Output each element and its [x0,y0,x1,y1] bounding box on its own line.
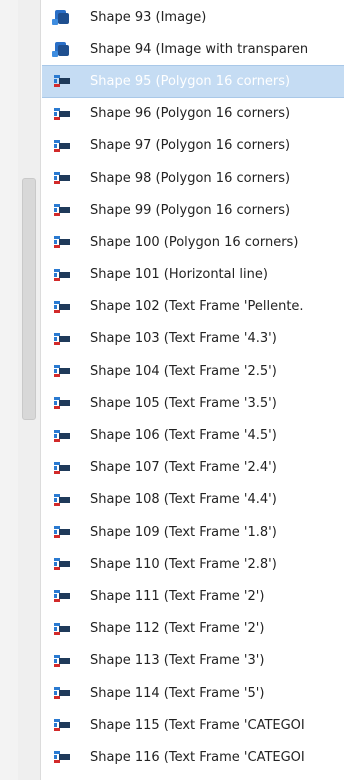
list-item-label: Shape 102 (Text Frame 'Pellente. [90,299,304,315]
shape-icon [50,491,74,509]
list-item-label: Shape 97 (Polygon 16 corners) [90,138,291,154]
image-icon [50,40,74,58]
list-item[interactable]: Shape 113 (Text Frame '3') [42,645,344,677]
list-item-label: Shape 100 (Polygon 16 corners) [90,234,299,250]
shape-icon [50,620,74,638]
list-item-label: Shape 99 (Polygon 16 corners) [90,202,291,218]
shape-icon [50,555,74,573]
shape-icon [50,394,74,412]
shape-icon [50,427,74,445]
list-item-label: Shape 101 (Horizontal line) [90,267,268,283]
list-item-label: Shape 110 (Text Frame '2.8') [90,556,277,572]
list-item[interactable]: Shape 99 (Polygon 16 corners) [42,194,344,226]
list-item[interactable]: Shape 98 (Polygon 16 corners) [42,162,344,194]
list-item-label: Shape 112 (Text Frame '2') [90,621,265,637]
shape-icon [50,298,74,316]
list-item[interactable]: Shape 97 (Polygon 16 corners) [42,130,344,162]
list-item-label: Shape 111 (Text Frame '2') [90,588,265,604]
shape-icon [50,266,74,284]
list-item[interactable]: Shape 106 (Text Frame '4.5') [42,419,344,451]
list-item-label: Shape 116 (Text Frame 'CATEGOI [90,749,305,765]
list-item[interactable]: Shape 104 (Text Frame '2.5') [42,355,344,387]
list-item-label: Shape 108 (Text Frame '4.4') [90,492,277,508]
list-item-label: Shape 94 (Image with transparen [90,41,309,57]
list-item-label: Shape 98 (Polygon 16 corners) [90,170,291,186]
shape-icon [50,716,74,734]
list-item[interactable]: Shape 110 (Text Frame '2.8') [42,548,344,580]
list-item-label: Shape 96 (Polygon 16 corners) [90,106,291,122]
shape-icon [50,330,74,348]
shape-icon [50,523,74,541]
shape-icon [50,362,74,380]
scrollbar-thumb[interactable] [22,178,36,420]
list-item[interactable]: Shape 112 (Text Frame '2') [42,613,344,645]
list-item[interactable]: Shape 101 (Horizontal line) [42,259,344,291]
shape-icon [50,587,74,605]
navigator-panel: Shape 93 (Image) Shape 94 (Image with tra… [0,0,344,780]
list-item-label: Shape 103 (Text Frame '4.3') [90,331,277,347]
list-item-label: Shape 106 (Text Frame '4.5') [90,428,277,444]
list-item[interactable]: Shape 116 (Text Frame 'CATEGOI [42,741,344,773]
shape-list: Shape 93 (Image) Shape 94 (Image with tra… [42,1,344,780]
list-item[interactable]: Shape 96 (Polygon 16 corners) [42,98,344,130]
list-item-label: Shape 107 (Text Frame '2.4') [90,460,277,476]
shape-icon [50,684,74,702]
list-item-label: Shape 105 (Text Frame '3.5') [90,395,277,411]
list-item[interactable]: Shape 105 (Text Frame '3.5') [42,387,344,419]
list-item[interactable]: Shape 95 (Polygon 16 corners) [42,65,344,98]
shape-icon [50,105,74,123]
list-item-label: Shape 114 (Text Frame '5') [90,685,265,701]
shape-icon [50,233,74,251]
list-item-label: Shape 113 (Text Frame '3') [90,653,265,669]
list-item[interactable]: Shape 102 (Text Frame 'Pellente. [42,291,344,323]
list-item-label: Shape 104 (Text Frame '2.5') [90,363,277,379]
shape-icon [50,137,74,155]
list-item[interactable]: Shape 115 (Text Frame 'CATEGOI [42,709,344,741]
list-item[interactable]: Shape 111 (Text Frame '2') [42,580,344,612]
list-item[interactable]: Shape 93 (Image) [42,1,344,33]
list-item[interactable]: Shape 100 (Polygon 16 corners) [42,226,344,258]
list-item[interactable]: Shape 103 (Text Frame '4.3') [42,323,344,355]
list-item[interactable]: Shape 109 (Text Frame '1.8') [42,516,344,548]
list-item[interactable]: Shape 94 (Image with transparen [42,33,344,65]
shape-icon [50,201,74,219]
list-item[interactable]: Shape 114 (Text Frame '5') [42,677,344,709]
list-item[interactable]: Shape 107 (Text Frame '2.4') [42,452,344,484]
list-item-label: Shape 115 (Text Frame 'CATEGOI [90,717,305,733]
shape-icon [50,459,74,477]
shape-icon [50,652,74,670]
list-item-label: Shape 95 (Polygon 16 corners) [90,73,291,89]
image-icon [50,8,74,26]
list-item[interactable]: Shape 108 (Text Frame '4.4') [42,484,344,516]
shape-icon [50,72,74,90]
tree-guide-line [40,0,41,780]
list-item-label: Shape 93 (Image) [90,9,207,25]
list-item-label: Shape 109 (Text Frame '1.8') [90,524,277,540]
shape-icon [50,169,74,187]
shape-icon [50,748,74,766]
